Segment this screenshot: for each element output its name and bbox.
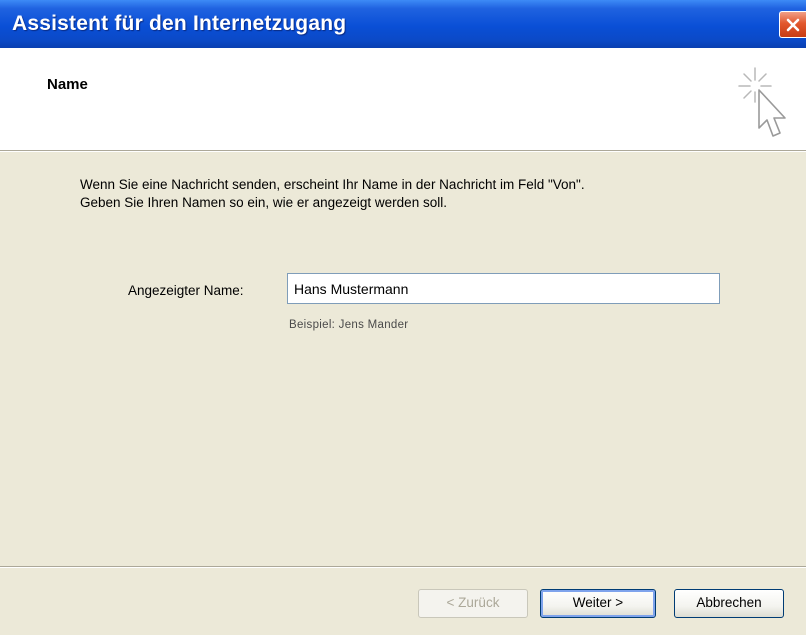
title-bar[interactable]: Assistent für den Internetzugang — [0, 0, 806, 48]
page-title: Name — [47, 76, 88, 93]
wizard-window: Assistent für den Internetzugang Name We… — [0, 0, 806, 635]
cancel-button[interactable]: Abbrechen — [674, 589, 784, 618]
example-hint: Beispiel: Jens Mander — [289, 319, 409, 331]
close-button[interactable] — [779, 11, 806, 38]
close-icon — [786, 18, 800, 32]
window-title: Assistent für den Internetzugang — [12, 12, 347, 35]
display-name-label: Angezeigter Name: — [128, 283, 244, 298]
description-line-1: Wenn Sie eine Nachricht senden, erschein… — [80, 177, 585, 192]
back-button[interactable]: < Zurück — [418, 589, 528, 618]
description-text: Wenn Sie eine Nachricht senden, erschein… — [80, 176, 780, 212]
description-line-2: Geben Sie Ihren Namen so ein, wie er ang… — [80, 195, 447, 210]
next-button[interactable]: Weiter > — [540, 589, 656, 618]
wizard-header: Name — [0, 48, 806, 150]
display-name-input[interactable] — [287, 273, 720, 304]
wizard-cursor-sparkle-icon — [738, 67, 786, 137]
